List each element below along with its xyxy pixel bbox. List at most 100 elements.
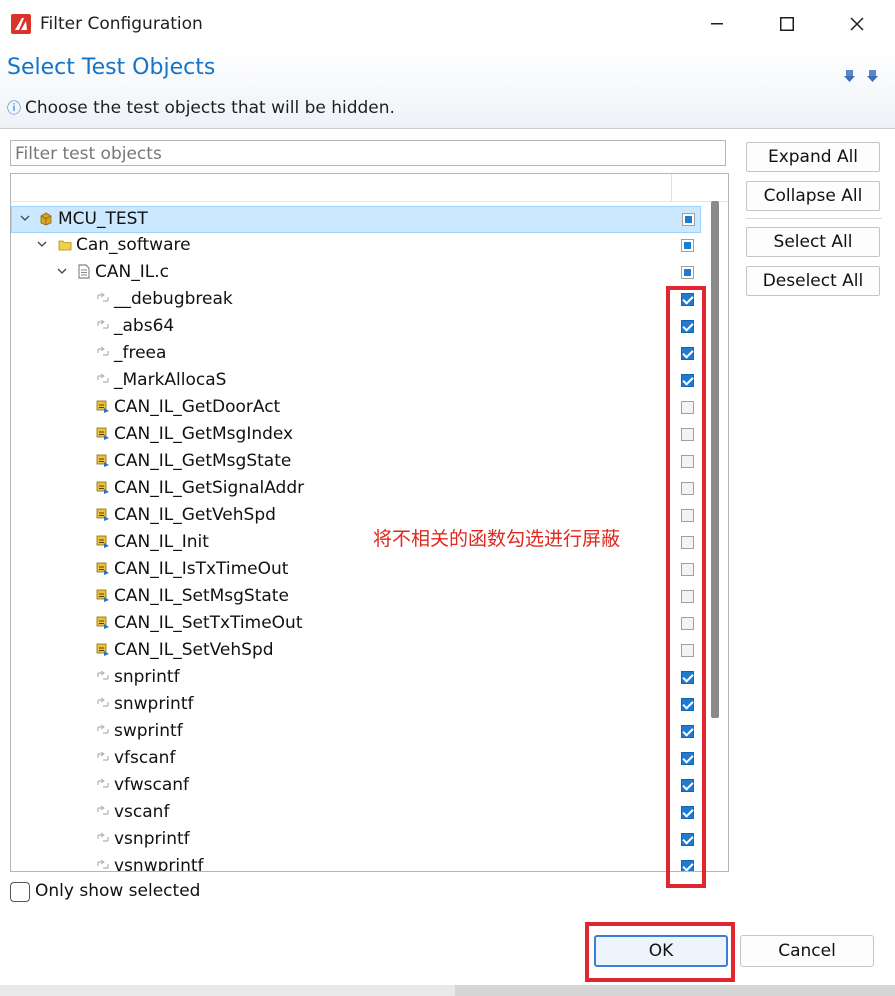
chevron-down-icon[interactable] [20, 211, 30, 227]
import-icon[interactable] [843, 68, 857, 82]
tree-row[interactable]: CAN_IL_SetTxTimeOut [11, 611, 701, 638]
external-function-icon [96, 372, 110, 387]
tree-item-label: vfwscanf [114, 775, 190, 795]
button-separator [746, 218, 882, 219]
function-icon [96, 426, 110, 441]
tree-item-label: vfscanf [114, 748, 176, 768]
tree-row[interactable]: CAN_IL_GetMsgState [11, 449, 701, 476]
select-all-button[interactable]: Select All [746, 227, 880, 257]
tree-item-label: __debugbreak [114, 289, 233, 309]
tree-row[interactable]: CAN_IL_IsTxTimeOut [11, 557, 701, 584]
external-function-icon [96, 804, 110, 819]
tree-item-label: CAN_IL_GetSignalAddr [114, 478, 305, 498]
function-icon [96, 399, 110, 414]
tree-row[interactable]: _abs64 [11, 314, 701, 341]
external-function-icon [96, 696, 110, 711]
page-title: Select Test Objects [7, 55, 216, 80]
tree-row[interactable]: CAN_IL_GetDoorAct [11, 395, 701, 422]
tree-row[interactable]: snwprintf [11, 692, 701, 719]
only-show-selected-label: Only show selected [35, 881, 201, 901]
expand-all-button[interactable]: Expand All [746, 142, 880, 172]
tree-row[interactable]: CAN_IL_SetVehSpd [11, 638, 701, 665]
tree-item-label: snprintf [114, 667, 180, 687]
tree-item-label: CAN_IL_SetMsgState [114, 586, 289, 606]
function-icon [96, 507, 110, 522]
annotation-text: 将不相关的函数勾选进行屏蔽 [373, 528, 621, 550]
tree-item-label: CAN_IL_GetMsgIndex [114, 424, 294, 444]
tree-row[interactable]: _MarkAllocaS [11, 368, 701, 395]
deselect-all-button[interactable]: Deselect All [746, 266, 880, 296]
tree-row[interactable]: CAN_IL.c [11, 260, 701, 287]
checkbox-highlight-box [666, 286, 706, 888]
tree-row[interactable]: _freea [11, 341, 701, 368]
window-title: Filter Configuration [40, 14, 203, 34]
chevron-down-icon[interactable] [57, 264, 67, 280]
tree-item-label: CAN_IL_IsTxTimeOut [114, 559, 289, 579]
description-text: Choose the test objects that will be hid… [25, 98, 395, 118]
info-icon: ⓘ [7, 101, 21, 117]
function-icon [96, 642, 110, 657]
tree-row[interactable]: MCU_TEST [11, 206, 701, 233]
tree-item-label: CAN_IL_GetMsgState [114, 451, 292, 471]
tree-item-label: _MarkAllocaS [114, 370, 227, 390]
tree-item-label: CAN_IL_SetVehSpd [114, 640, 274, 660]
tree-row[interactable]: vscanf [11, 800, 701, 827]
tree-item-label: vscanf [114, 802, 170, 822]
tree-row[interactable]: Can_software [11, 233, 701, 260]
function-icon [96, 534, 110, 549]
close-button[interactable] [834, 6, 880, 42]
app-logo-icon [11, 14, 31, 34]
maximize-button[interactable] [764, 6, 810, 42]
chevron-down-icon[interactable] [37, 237, 47, 253]
tree-item-label: snwprintf [114, 694, 194, 714]
external-function-icon [96, 669, 110, 684]
tree-item-label: CAN_IL_GetVehSpd [114, 505, 276, 525]
external-function-icon [96, 723, 110, 738]
tree-row[interactable]: CAN_IL_GetSignalAddr [11, 476, 701, 503]
tree-row[interactable]: snprintf [11, 665, 701, 692]
tree-item-label: swprintf [114, 721, 183, 741]
dialog-header: Select Test Objects ⓘ Choose the test obj… [0, 48, 895, 129]
function-icon [96, 561, 110, 576]
tree-row[interactable]: CAN_IL_GetMsgIndex [11, 422, 701, 449]
tree-item-label: CAN_IL_GetDoorAct [114, 397, 281, 417]
external-function-icon [96, 777, 110, 792]
tree-row[interactable]: vsnprintf [11, 827, 701, 854]
project-icon [39, 211, 53, 226]
tree-row[interactable]: vfwscanf [11, 773, 701, 800]
hide-checkbox[interactable] [681, 266, 694, 279]
external-function-icon [96, 831, 110, 846]
tree-row[interactable]: swprintf [11, 719, 701, 746]
hide-checkbox[interactable] [682, 213, 695, 226]
only-show-selected-checkbox[interactable] [10, 882, 30, 902]
export-icon[interactable] [866, 68, 880, 82]
tree-item-label: _abs64 [114, 316, 175, 336]
hide-checkbox[interactable] [681, 239, 694, 252]
tree-row[interactable]: CAN_IL_SetMsgState [11, 584, 701, 611]
external-function-icon [96, 318, 110, 333]
tree-item-label: vsnprintf [114, 829, 190, 849]
function-icon [96, 588, 110, 603]
ok-button[interactable]: OK [594, 935, 728, 967]
function-icon [96, 615, 110, 630]
scrollbar-thumb[interactable] [711, 201, 719, 718]
external-function-icon [96, 291, 110, 306]
filter-input[interactable]: Filter test objects [10, 140, 726, 166]
cancel-button[interactable]: Cancel [740, 935, 874, 967]
tree-row[interactable]: __debugbreak [11, 287, 701, 314]
test-object-tree[interactable]: MCU_TEST Can_software CAN_IL.c __debugbreak… [10, 173, 729, 872]
title-bar: Filter Configuration [0, 0, 895, 48]
tree-item-label: MCU_TEST [58, 209, 148, 229]
function-icon [96, 453, 110, 468]
function-icon [96, 480, 110, 495]
column-divider [671, 174, 672, 201]
minimize-button[interactable] [694, 6, 740, 42]
tree-row[interactable]: vsnwprintf [11, 854, 701, 872]
external-function-icon [96, 345, 110, 360]
collapse-all-button[interactable]: Collapse All [746, 181, 880, 211]
tree-row[interactable]: vfscanf [11, 746, 701, 773]
tree-item-label: Can_software [76, 235, 191, 255]
tree-item-label: vsnwprintf [114, 856, 204, 872]
external-function-icon [96, 750, 110, 765]
tree-item-label: CAN_IL_Init [114, 532, 209, 552]
